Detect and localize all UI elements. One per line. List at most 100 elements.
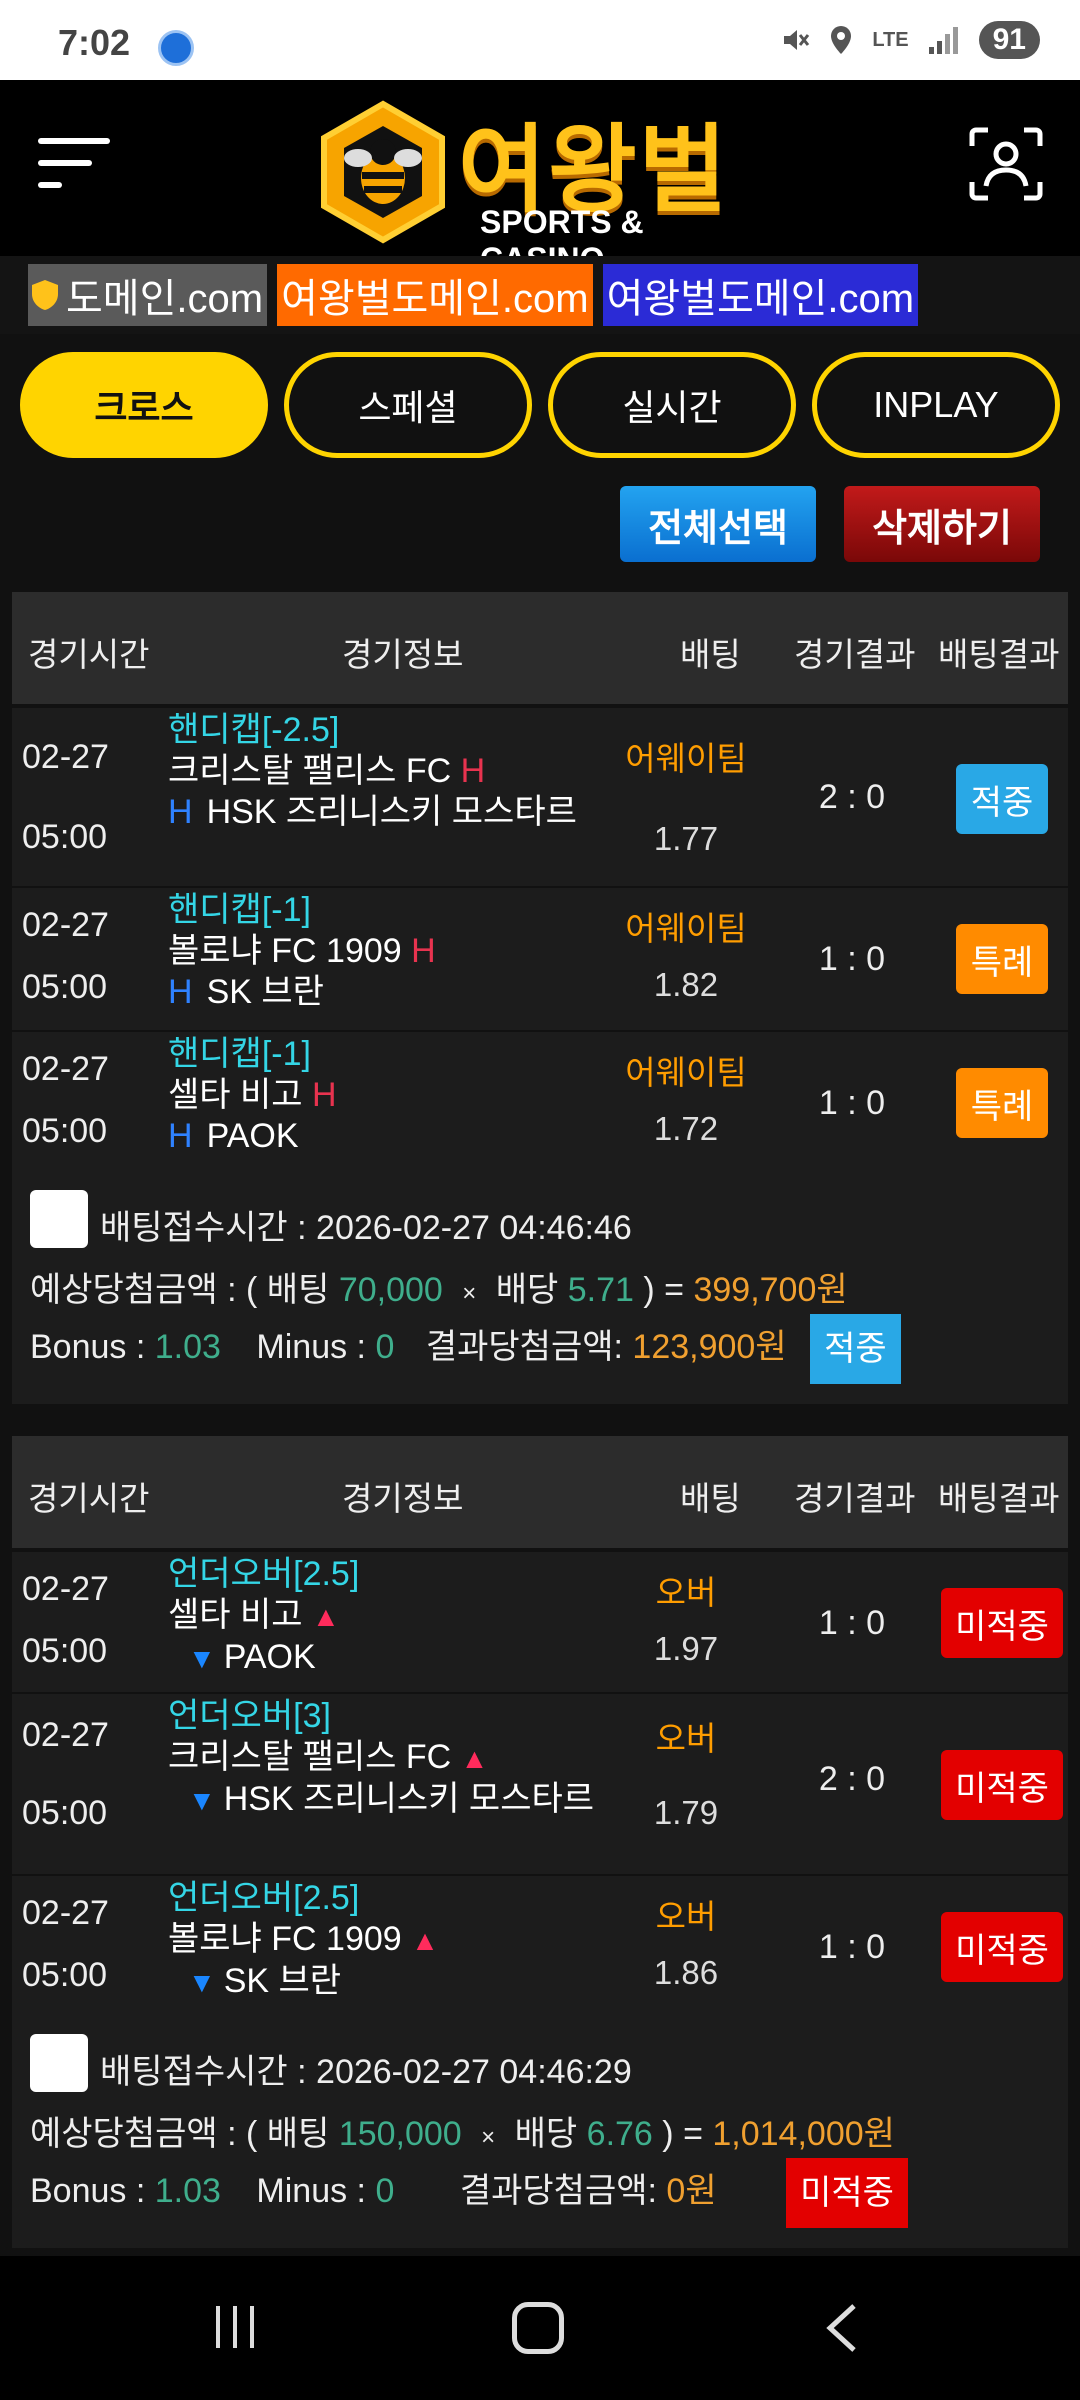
stake-value: 150,000 xyxy=(338,2115,462,2153)
row-outcome: 특례 xyxy=(936,888,1068,1030)
home-icon[interactable] xyxy=(512,2302,564,2354)
pick-odds: 1.77 xyxy=(653,820,719,857)
pick-label: 오버 xyxy=(655,1574,717,1611)
bee-logo-icon xyxy=(321,100,445,244)
match-info: 핸디캡[-1] 볼로냐 FC 1909 H H SK 브란 xyxy=(158,888,600,1030)
bet-pick: 어웨이팀 1.72 xyxy=(604,1032,768,1174)
home-marker: H xyxy=(460,752,486,790)
pick-label: 어웨이팀 xyxy=(625,910,747,947)
row-outcome: 미적중 xyxy=(936,1876,1068,2018)
market-label: 핸디캡[-1] xyxy=(168,1035,311,1073)
bet-type-tabs: 크로스 스페셜 실시간 INPLAY xyxy=(20,352,1060,458)
expected-amount: 399,700원 xyxy=(693,1271,848,1309)
expected-label: 예상당첨금액 : ( 배팅 xyxy=(30,1271,330,1309)
bet-slip-1: 경기시간 경기정보 배팅 경기결과 배팅결과 02-27 05:00 핸디캡[-… xyxy=(12,592,1068,1404)
match-score: 1 : 0 xyxy=(772,1032,932,1174)
match-time: 02-27 05:00 xyxy=(12,1032,154,1174)
score-text: 1 : 0 xyxy=(818,1604,886,1642)
received-label: 배팅접수시간 : xyxy=(100,1209,307,1247)
tab-special[interactable]: 스페셜 xyxy=(284,352,532,458)
match-date: 02-27 xyxy=(22,1050,109,1088)
tab-live[interactable]: 실시간 xyxy=(548,352,796,458)
bet-checkbox[interactable] xyxy=(30,1190,88,1248)
delete-button[interactable]: 삭제하기 xyxy=(844,486,1040,562)
market-label: 언더오버[2.5] xyxy=(168,1555,360,1593)
expected-amount: 1,014,000원 xyxy=(712,2115,895,2153)
bet-slip-2: 경기시간 경기정보 배팅 경기결과 배팅결과 02-27 05:00 언더오버[… xyxy=(12,1436,1068,2248)
bet-pick: 어웨이팀 1.82 xyxy=(604,888,768,1030)
table-row: 02-27 05:00 핸디캡[-1] 볼로냐 FC 1909 H H SK 브란… xyxy=(12,886,1068,1030)
bet-checkbox[interactable] xyxy=(30,2034,88,2092)
minus-value: 0 xyxy=(375,2172,395,2210)
col-result: 경기결과 xyxy=(794,636,916,673)
score-text: 2 : 0 xyxy=(818,1760,886,1798)
row-outcome: 적중 xyxy=(936,708,1068,886)
home-team: 셀타 비고 xyxy=(168,1076,303,1114)
expected-label: 예상당첨금액 : ( 배팅 xyxy=(30,2115,330,2153)
domain-link-1[interactable]: 도메인.com xyxy=(28,264,268,326)
pick-label: 오버 xyxy=(655,1720,717,1757)
pick-label: 어웨이팀 xyxy=(625,740,747,777)
match-date: 02-27 xyxy=(22,1894,109,1932)
col-result: 경기결과 xyxy=(794,1480,916,1517)
match-score: 1 : 0 xyxy=(772,888,932,1030)
app-header: 여왕벌 SPORTS & CASINO xyxy=(0,80,1080,277)
status-badge: 특례 xyxy=(956,1068,1048,1138)
match-score: 2 : 0 xyxy=(772,1694,932,1874)
away-marker: H xyxy=(168,1117,193,1155)
status-badge: 미적중 xyxy=(941,1912,1063,1982)
away-team: PAOK xyxy=(206,1117,299,1155)
recent-apps-icon[interactable] xyxy=(212,2304,258,2350)
over-arrow-icon: ▲ xyxy=(460,1743,489,1774)
col-info: 경기정보 xyxy=(342,1480,464,1517)
network-label: LTE xyxy=(872,28,909,51)
col-bet: 배팅 xyxy=(680,636,741,673)
tab-inplay[interactable]: INPLAY xyxy=(812,352,1060,458)
match-info: 언더오버[3] 크리스탈 팰리스 FC ▲ ▼ HSK 즈리니스키 모스타르 xyxy=(158,1694,600,1874)
over-arrow-icon: ▲ xyxy=(411,1925,439,1956)
table-row: 02-27 05:00 언더오버[2.5] 볼로냐 FC 1909 ▲ ▼ SK … xyxy=(12,1874,1068,2018)
received-time: 배팅접수시간 : 2026-02-27 04:46:29 xyxy=(100,2044,632,2093)
app-badge-icon xyxy=(158,30,194,66)
status-badge: 특례 xyxy=(956,924,1048,994)
back-icon[interactable] xyxy=(822,2302,862,2354)
domain-link-3[interactable]: 여왕벌도메인.com xyxy=(602,264,919,326)
expected-win: 예상당첨금액 : ( 배팅 150,000 × 배당 6.76 ) = 1,01… xyxy=(30,2106,895,2155)
domain-link-2[interactable]: 여왕벌도메인.com xyxy=(277,264,593,326)
result-line: Bonus : 1.03 Minus : 0 결과당첨금액: 0원 미적중 xyxy=(30,2156,908,2229)
shield-icon xyxy=(32,280,58,310)
row-outcome: 특례 xyxy=(936,1032,1068,1174)
domain-banner: 도메인.com 여왕벌도메인.com 여왕벌도메인.com xyxy=(0,256,1080,334)
home-marker: H xyxy=(411,932,436,970)
match-time: 02-27 05:00 xyxy=(12,1552,154,1692)
pick-label: 어웨이팀 xyxy=(625,1054,747,1091)
logo[interactable]: 여왕벌 SPORTS & CASINO xyxy=(318,92,768,277)
bet-pick: 오버 1.86 xyxy=(604,1876,768,2018)
home-team: 볼로냐 FC 1909 xyxy=(168,932,402,970)
pick-odds: 1.82 xyxy=(653,966,719,1003)
table-row: 02-27 05:00 핸디캡[-1] 셀타 비고 H H PAOK 어웨이팀 1… xyxy=(12,1030,1068,1174)
match-clock: 05:00 xyxy=(22,1794,108,1832)
under-arrow-icon: ▼ xyxy=(188,1785,216,1816)
col-info: 경기정보 xyxy=(342,636,464,673)
table-row: 02-27 05:00 핸디캡[-2.5] 크리스탈 팰리스 FC H H HSK… xyxy=(12,704,1068,886)
col-outcome: 배팅결과 xyxy=(938,636,1060,673)
home-team: 셀타 비고 xyxy=(168,1596,303,1634)
bet-summary: 배팅접수시간 : 2026-02-27 04:46:29 예상당첨금액 : ( … xyxy=(12,2018,1068,2244)
received-value: 2026-02-27 04:46:29 xyxy=(316,2053,632,2091)
score-text: 1 : 0 xyxy=(818,940,886,978)
location-icon xyxy=(831,26,852,54)
menu-icon[interactable] xyxy=(38,132,110,196)
score-text: 1 : 0 xyxy=(818,1928,886,1966)
received-time: 배팅접수시간 : 2026-02-27 04:46:46 xyxy=(100,1200,632,1249)
user-scan-icon[interactable] xyxy=(968,126,1044,202)
match-clock: 05:00 xyxy=(22,1112,108,1150)
win-amount: 0원 xyxy=(666,2172,717,2210)
match-date: 02-27 xyxy=(22,1570,109,1608)
select-all-button[interactable]: 전체선택 xyxy=(620,486,816,562)
pick-label: 오버 xyxy=(655,1898,717,1935)
status-time: 7:02 xyxy=(58,22,131,63)
win-label: 결과당첨금액: xyxy=(459,2172,657,2210)
tab-cross[interactable]: 크로스 xyxy=(20,352,268,458)
bonus-value: 1.03 xyxy=(154,2172,221,2210)
